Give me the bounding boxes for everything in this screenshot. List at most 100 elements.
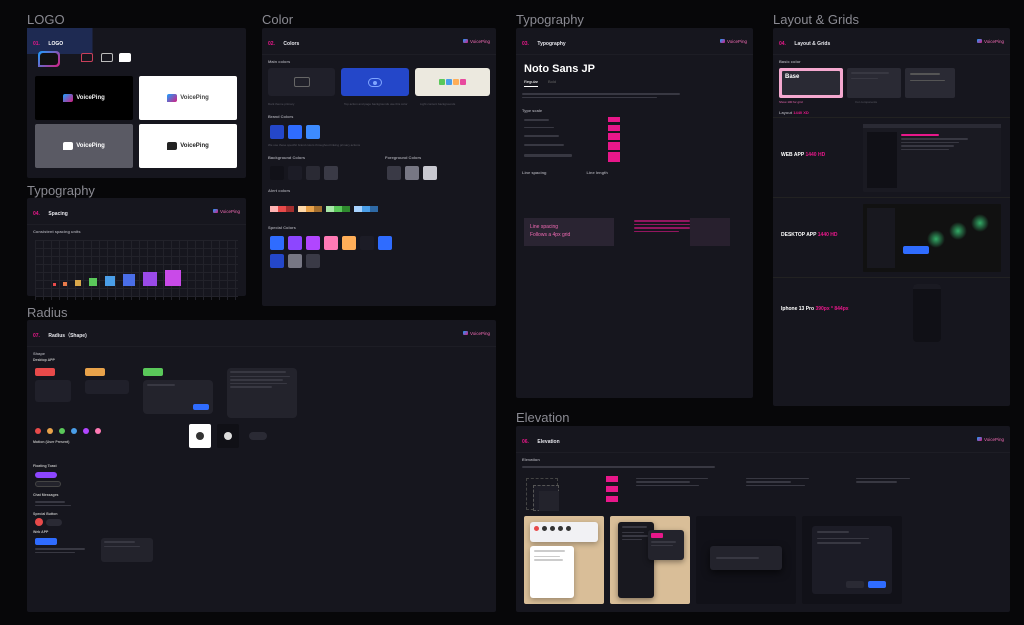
scale-tag [608,125,620,131]
shape-heading: Shape [27,347,496,358]
web-app-preview [863,124,1001,192]
line-length-sample [634,218,734,246]
frame-layout-grids[interactable]: 04. Layout & Grids VoicePing Basic color… [773,28,1010,406]
frame-num: 04. [779,41,786,47]
voiceping-watermark: VoicePing [977,39,1004,44]
frame-title: Typography [537,41,565,47]
brand-colors-heading: Brand Colors [262,110,496,121]
frame-radius[interactable]: 07. Radius（Shape) VoicePing Shape Deskto… [27,320,496,612]
secondary-btn [846,581,864,588]
elev-card-dark-2 [802,516,902,604]
brand-text: VoicePing [180,143,209,149]
tab-bold[interactable]: Bold [548,79,556,87]
eye-icon [368,78,382,87]
spacing-step [53,283,56,286]
dot-icon [59,428,65,434]
swatch [288,125,302,139]
frame-num: 07. [33,333,40,339]
swatch [342,206,350,212]
avatar-glow-icon [949,222,967,240]
design-system-canvas[interactable]: LOGO Color Typography Layout & Grids Typ… [0,0,1024,625]
dot-icon [566,526,571,531]
web-app-heading-radius: Web APP [27,526,496,536]
swatch [306,254,320,268]
primary-btn [193,404,209,410]
voiceping-watermark: VoicePing [720,39,747,44]
speech-bubble-icon [101,53,113,62]
elev-tag-1 [606,476,618,482]
spacing-subtitle: Consistent spacing units [27,225,246,236]
elev-card-dark-1 [696,516,796,604]
shape-sample [143,368,163,376]
frame-title: Elevation [537,439,559,445]
swatch [288,236,302,250]
logo-mark-outline-2 [99,50,115,64]
swatch [270,206,278,212]
pill-button [903,246,929,254]
spacing-step [63,282,67,286]
spacing-step [89,278,97,286]
swatch [298,206,306,212]
avatar-icon [224,432,232,440]
line-spacing-heading: Line spacing [516,166,546,177]
frame-spacing[interactable]: 04. Spacing VoicePing Consistent spacing… [27,198,246,296]
line-length-heading: Line length [586,166,613,177]
scale-tag [608,133,620,140]
layout-value: 1440 XD [793,110,809,115]
logo-mark-outline-1 [79,50,95,64]
toast-sample [35,481,61,487]
swatch [405,166,419,180]
frame-title: LOGO [48,41,63,47]
swatch [378,236,392,250]
layout-basic-heading: Basic color [773,55,1010,66]
logo-tile-white-1: VoicePing [139,76,237,120]
swatch [326,206,334,212]
voiceping-watermark: VoicePing [213,209,240,214]
brand-note: We use these specific brand colors throu… [262,143,496,151]
brand-text: VoicePing [76,95,105,101]
mini-widget-icon [446,79,452,85]
swatch [270,166,284,180]
frame-typography[interactable]: 03. Typography VoicePing Noto Sans JP Re… [516,28,753,398]
swatch [306,125,320,139]
brand-swatches [262,121,496,143]
speech-bubble-icon [63,94,73,102]
shape-sample [85,380,129,394]
frame-num: 03. [522,41,529,47]
toast-sample [35,472,57,478]
frame-elevation[interactable]: 06. Elevation VoicePing Elevation [516,426,1010,612]
dot-icon [550,526,555,531]
section-heading-typography: Typography [516,12,584,27]
color-desc: Dark theme primary [268,102,338,106]
swatch [314,206,322,212]
avatar-icon [196,432,204,440]
frame-num: 01. [33,41,40,47]
layout-heading: Layout 1440 XD [773,106,1010,117]
logo-tile-white-2: VoicePing [139,124,237,168]
special-btn-heading: Special Button [27,508,496,518]
frame-colors[interactable]: 02. Colors VoicePing Main colors Dark th… [262,28,496,306]
grid-note-left: Show 100 for grid [779,100,851,104]
tag-icon [651,533,663,538]
desktop-app-preview [863,204,1001,272]
pill-sample [46,519,62,526]
avatar-card-sample-dark [217,424,239,448]
frame-logo[interactable]: 01. LOGO VoicePing VoicePing VoicePing V… [27,28,246,178]
avatar-card-sample [189,424,211,448]
web-app-label: WEB APP 1440 HD [781,152,825,158]
color-hero-dark [268,68,335,96]
color-hero-blue [341,68,408,96]
color-hero-light [415,68,490,96]
tag-sample [35,538,57,545]
voiceping-watermark: VoicePing [463,39,490,44]
alert-swatches [262,195,496,221]
logo-tile-gray: VoicePing [35,124,133,168]
iphone-preview [913,284,941,342]
tab-regular[interactable]: Regular [524,79,538,87]
alert-colors-heading: Alert colors [262,184,496,195]
card-icon [294,77,310,87]
section-heading-color: Color [262,12,293,27]
logo-mark-outline-3 [117,50,133,64]
dot-icon [95,428,101,434]
frame-num: 04. [33,211,40,217]
